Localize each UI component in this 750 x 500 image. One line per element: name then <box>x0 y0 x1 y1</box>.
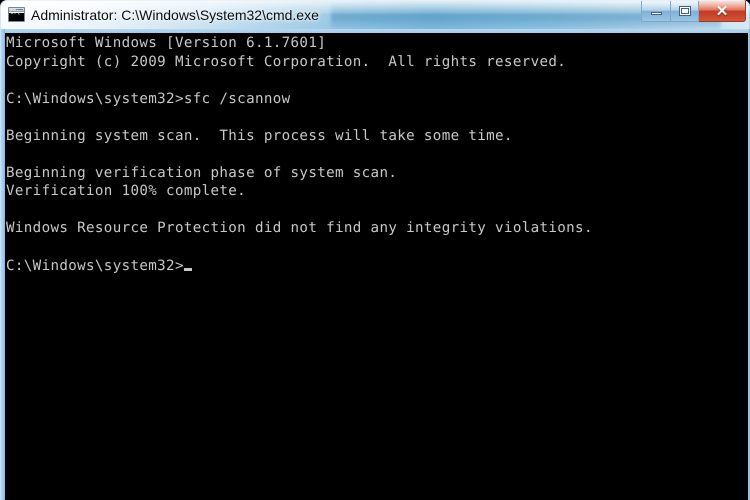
console-line: Copyright (c) 2009 Microsoft Corporation… <box>6 53 567 70</box>
cmd-console-icon[interactable]: C:\ <box>8 7 25 22</box>
text-cursor <box>183 267 192 271</box>
cmd-icon-prompt-text: C:\ <box>10 9 20 16</box>
console-line: Verification 100% complete. <box>6 183 247 200</box>
window-title: Administrator: C:\Windows\System32\cmd.e… <box>31 7 319 23</box>
console-line: Microsoft Windows [Version 6.1.7601] <box>6 35 327 51</box>
console-line: Beginning verification phase of system s… <box>6 164 398 181</box>
console-line: C:\Windows\system32>sfc /scannow <box>6 90 291 107</box>
console-output-area[interactable]: Microsoft Windows [Version 6.1.7601] Copy… <box>5 33 748 500</box>
close-button[interactable]: ✕ <box>699 1 746 22</box>
console-line: C:\Windows\system32> <box>6 257 593 276</box>
minimize-icon <box>650 12 662 15</box>
console-line: Windows Resource Protection did not find… <box>6 220 593 237</box>
maximize-icon <box>678 6 691 16</box>
console-line: Beginning system scan. This process will… <box>6 127 513 144</box>
minimize-button[interactable] <box>641 1 670 22</box>
console-text: Microsoft Windows [Version 6.1.7601] Copy… <box>6 34 593 275</box>
close-icon: ✕ <box>715 2 729 20</box>
cmd-window: C:\ Administrator: C:\Windows\System32\c… <box>0 0 750 500</box>
minimize-button-sheen <box>642 1 670 10</box>
maximize-button[interactable] <box>670 1 699 22</box>
window-controls: ✕ <box>641 1 746 24</box>
title-bar[interactable]: C:\ Administrator: C:\Windows\System32\c… <box>0 0 750 29</box>
